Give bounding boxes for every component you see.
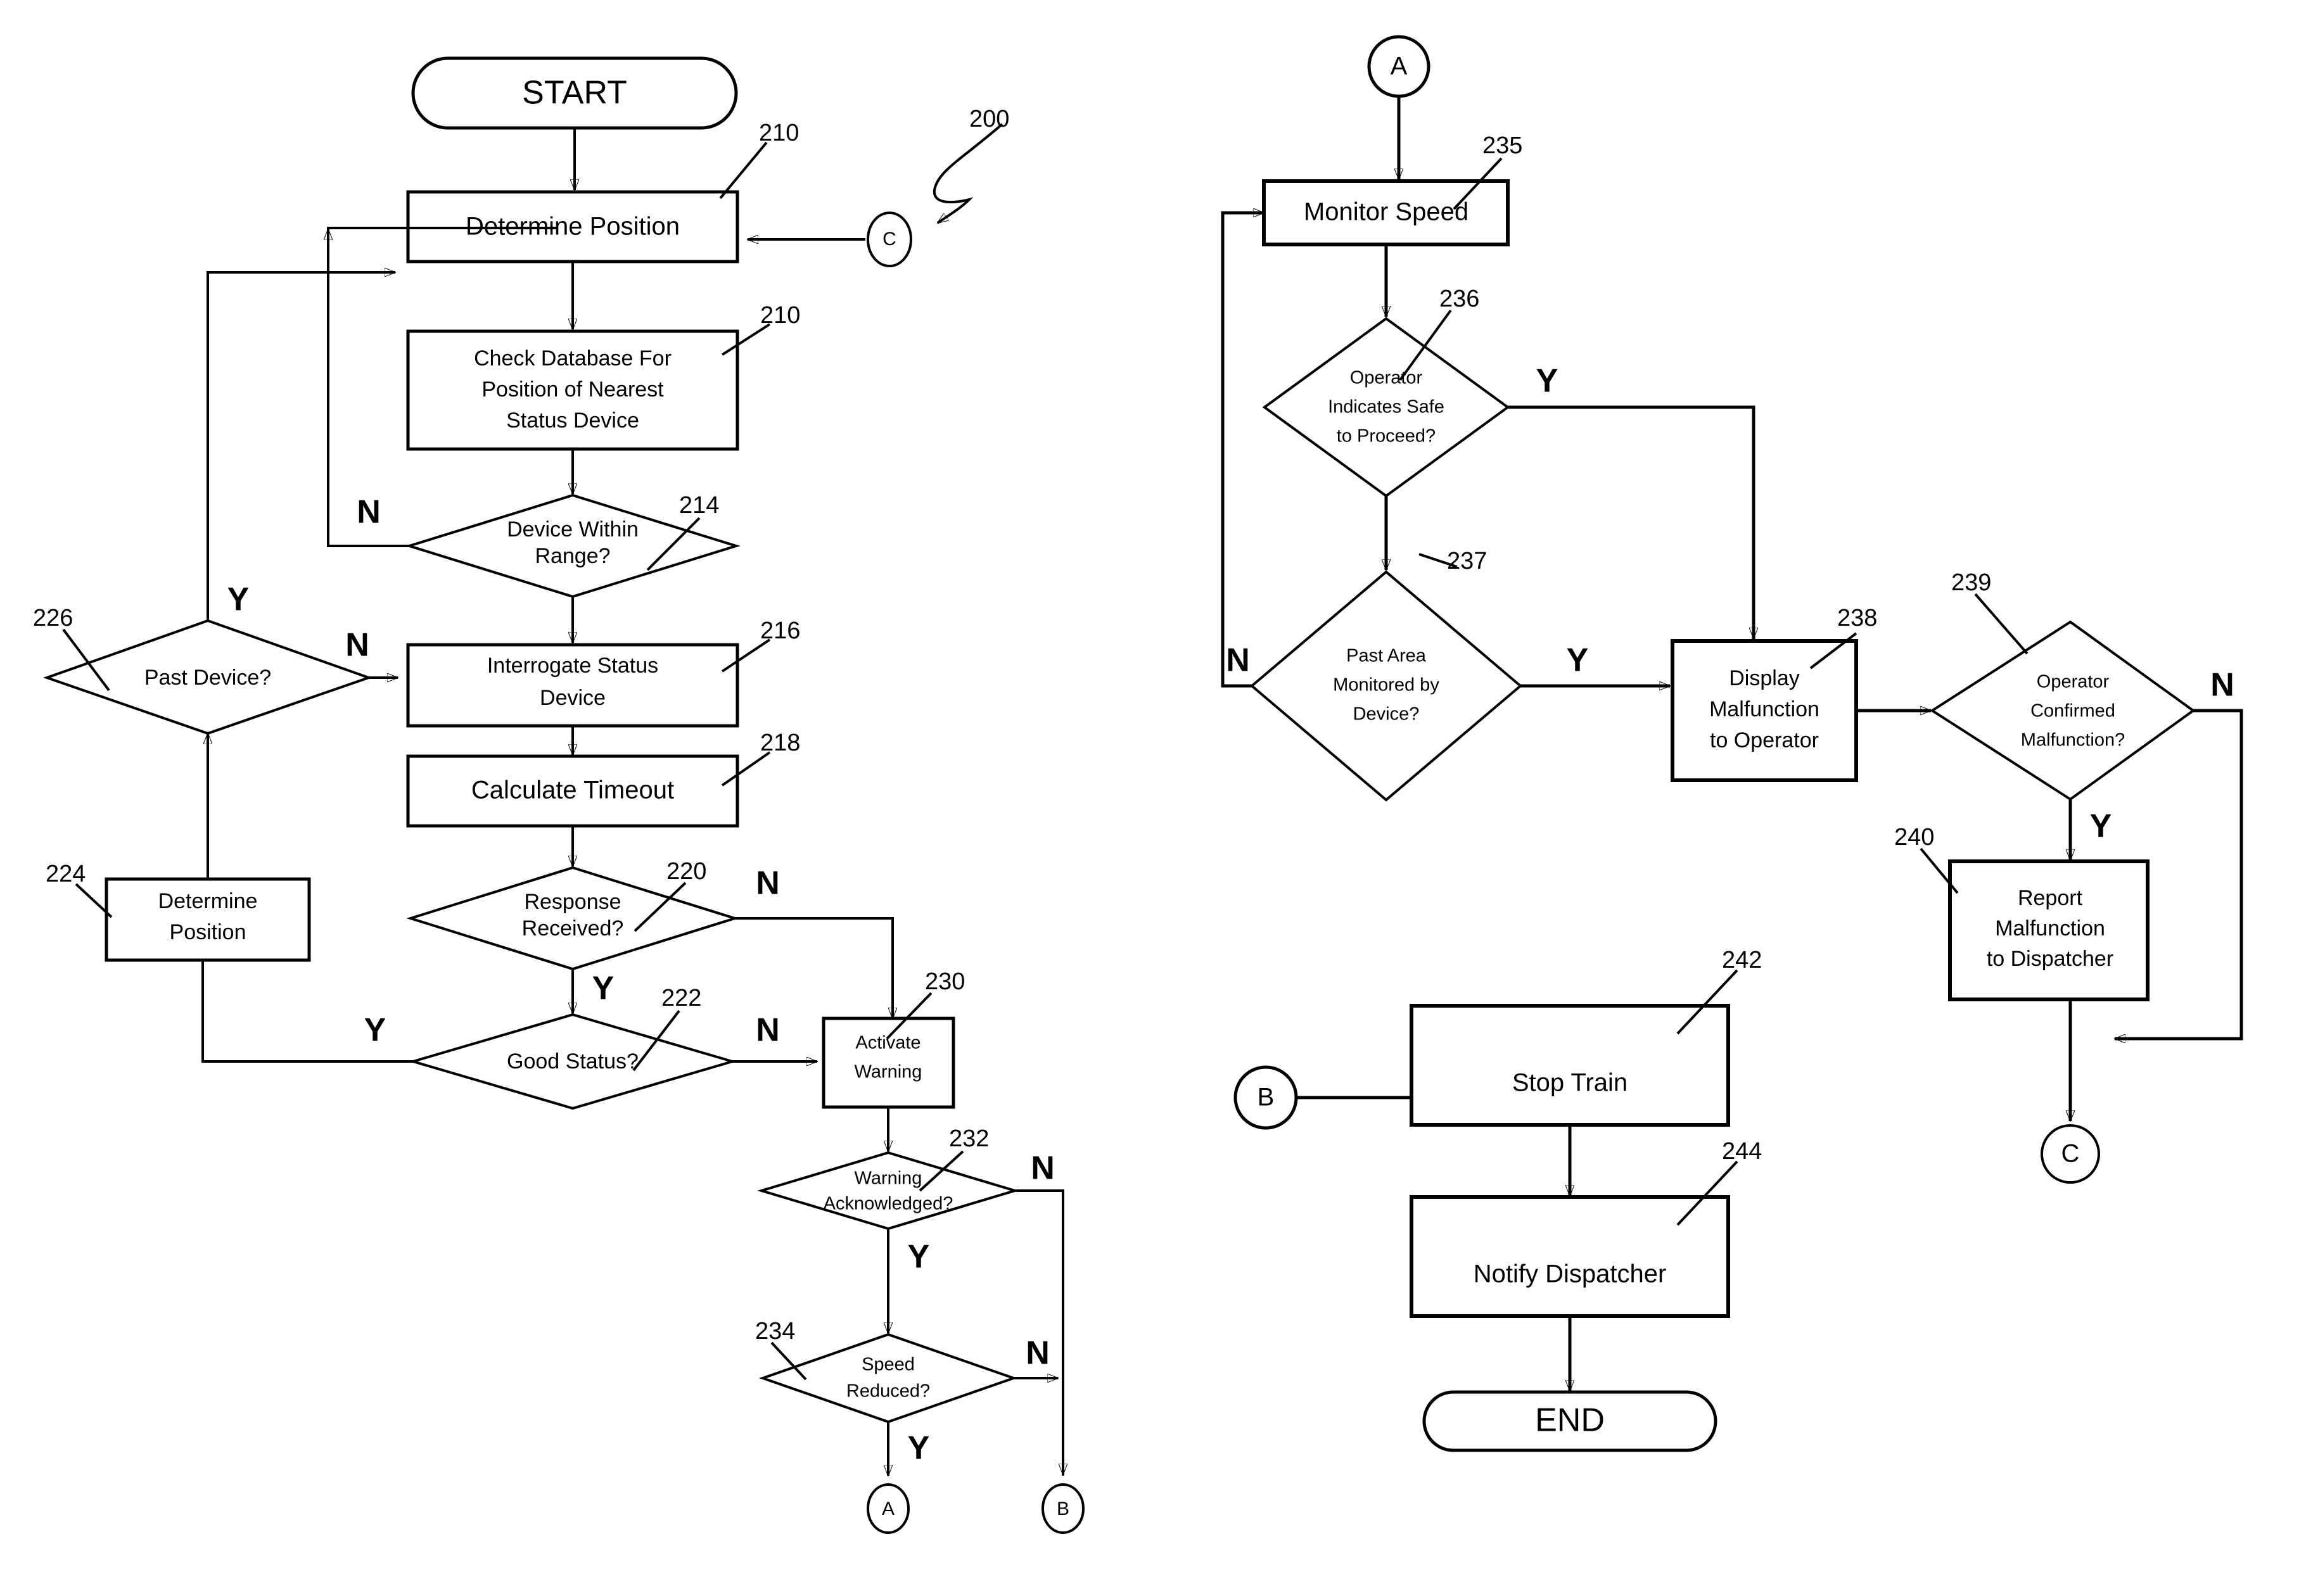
notify-dispatcher-label: Notify Dispatcher [1474,1260,1667,1288]
ref-237: 237 [1447,548,1487,574]
label-speedreduced-yes: Y [908,1430,930,1467]
past-area-line3: Device? [1353,704,1420,725]
label-pastarea-yes: Y [1567,642,1589,679]
ref-242: 242 [1722,947,1762,973]
start-label: START [522,75,627,111]
ref-218: 218 [760,730,800,756]
operator-safe-line2: Indicates Safe [1328,397,1444,417]
warning-ack-line1: Warning [855,1168,922,1189]
ref-238: 238 [1837,605,1877,631]
label-pastdevice-yes: Y [227,581,250,618]
label-speedreduced-no: N [1026,1335,1050,1372]
ref-224: 224 [46,861,86,887]
label-pastdevice-no: N [345,627,369,664]
label-response-no: N [756,865,780,902]
warning-acknowledged-diamond [757,1151,1019,1231]
operator-safe-line3: to Proceed? [1337,426,1436,446]
past-device-label: Past Device? [144,666,271,690]
connector-c-out-label: C [2061,1140,2080,1168]
device-within-range-line2: Range? [535,544,610,568]
stop-train-box [1410,1004,1730,1127]
ref-236: 236 [1439,286,1479,312]
figure-leader-200 [933,123,1003,224]
ref-220: 220 [666,858,706,885]
activate-warning-line2: Warning [855,1062,922,1082]
ref-232: 232 [949,1125,989,1152]
operator-confirmed-line2: Confirmed [2030,701,2115,721]
ref-226: 226 [33,605,73,631]
label-warnack-yes: Y [908,1239,930,1276]
connector-a-in-label: A [1391,53,1408,80]
interrogate-line2: Device [540,686,606,710]
check-database-line2: Position of Nearest [481,377,664,402]
flowchart-svg: START Determine Position 210 C 200 Check… [33,35,2243,1534]
connector-a-out-label: A [882,1498,895,1519]
report-malfunction-line3: to Dispatcher [1987,947,2113,971]
operator-confirmed-line3: Malfunction? [2021,730,2125,750]
connector-c-left-label: C [882,229,896,250]
good-status-label: Good Status? [507,1049,639,1074]
label-range-no: N [357,494,381,531]
connector-b-in-label: B [1258,1084,1275,1112]
flowchart-canvas: START Determine Position 210 C 200 Check… [0,0,2306,1596]
edge-warnack-no [1015,1189,1064,1476]
stop-train-label: Stop Train [1512,1069,1628,1097]
end-label: END [1535,1402,1605,1439]
determine-position-2-line1: Determine [158,889,258,913]
check-database-line3: Status Device [506,408,639,433]
label-response-yes: Y [592,970,615,1007]
label-operatorsafe-yes: Y [1536,363,1558,400]
notify-dispatcher-box [1410,1195,1730,1318]
response-received-line1: Response [524,890,621,914]
ref-244: 244 [1722,1138,1762,1165]
ref-234: 234 [755,1318,795,1345]
determine-position-1-label: Determine Position [466,213,680,241]
ref-216: 216 [760,618,800,644]
speed-reduced-diamond [758,1333,1018,1424]
label-goodstatus-yes: Y [364,1012,386,1049]
operator-safe-line1: Operator [1350,368,1423,388]
past-area-line1: Past Area [1346,646,1427,666]
edge-operatorsafe-yes [1508,405,1755,640]
display-malfunction-line2: Malfunction [1709,697,1819,721]
edge-response-no [735,917,894,1020]
report-malfunction-line1: Report [2018,886,2083,910]
edge-pastdevice-yes [207,271,393,621]
label-confirmed-no: N [2210,667,2234,704]
ref-210a: 210 [759,120,799,146]
device-within-range-line1: Device Within [507,517,639,542]
figure-ref-200: 200 [969,106,1009,132]
past-area-line2: Monitored by [1333,675,1439,695]
label-warnack-no: N [1031,1150,1055,1187]
speed-reduced-line1: Speed [862,1355,915,1375]
label-pastarea-no: N [1226,642,1250,679]
response-received-line2: Received? [522,916,624,940]
speed-reduced-line2: Reduced? [846,1381,930,1402]
calculate-timeout-label: Calculate Timeout [471,776,674,804]
determine-position-2-line2: Position [170,920,246,944]
ref-210b: 210 [760,302,800,329]
interrogate-line1: Interrogate Status [487,654,658,678]
warning-ack-line2: Acknowledged? [824,1194,953,1214]
monitor-speed-label: Monitor Speed [1304,198,1468,226]
display-malfunction-line3: to Operator [1710,728,1819,752]
label-confirmed-yes: Y [2090,808,2112,845]
label-goodstatus-no: N [756,1012,780,1049]
ref-239: 239 [1951,569,1991,596]
connector-b-out-label: B [1057,1498,1069,1519]
leader-239 [1974,593,2029,655]
ref-222: 222 [661,985,701,1011]
ref-214: 214 [679,492,719,519]
check-database-line1: Check Database For [474,346,672,370]
ref-235: 235 [1482,132,1522,159]
operator-confirmed-line1: Operator [2037,672,2110,692]
edge-pastarea-no [1221,211,1261,688]
display-malfunction-line1: Display [1729,666,1799,690]
leader-210a [719,141,768,200]
ref-230: 230 [925,968,965,995]
ref-240: 240 [1894,824,1934,851]
report-malfunction-line2: Malfunction [1995,916,2105,940]
